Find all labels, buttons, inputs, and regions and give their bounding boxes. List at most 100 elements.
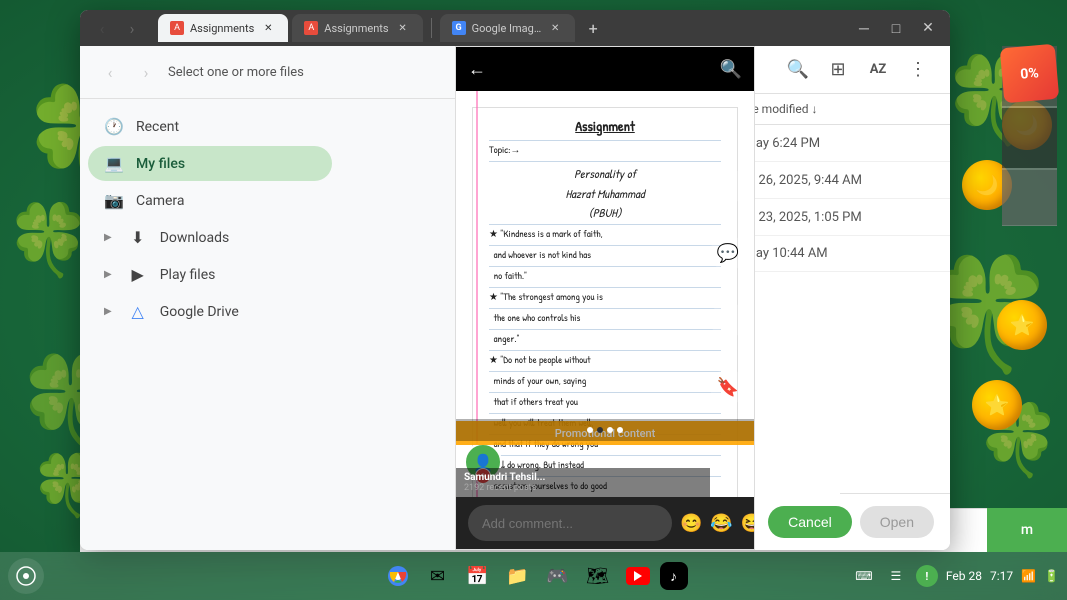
social-search-btn[interactable]: 🔍: [720, 59, 742, 80]
chrome-os-home-icon: [16, 566, 36, 586]
like-count: 34: [722, 206, 734, 219]
comment-count: 5: [725, 273, 731, 286]
browser-titlebar: ‹ › A Assignments ✕ A Assignments ✕ G Go…: [80, 10, 950, 46]
coin-decoration-3: ⭐: [997, 300, 1047, 350]
maps-icon[interactable]: 🗺: [580, 558, 616, 594]
tab-close-3[interactable]: ✕: [547, 20, 563, 36]
new-tab-btn[interactable]: +: [579, 14, 607, 42]
browser-back-btn[interactable]: ‹: [88, 14, 116, 42]
chrome-svg: [386, 564, 410, 588]
tab-close-1[interactable]: ✕: [260, 20, 276, 36]
sidebar-item-downloads[interactable]: ▶ ⬇ Downloads: [88, 220, 332, 255]
recent-icon: 🕐: [104, 117, 124, 136]
fp-forward-btn[interactable]: ›: [132, 58, 160, 86]
cancel-button[interactable]: Cancel: [768, 506, 852, 538]
taskbar-time: 7:17: [990, 569, 1013, 583]
sidebar-label-play-files: Play files: [160, 267, 216, 283]
social-content-area: Assignment Topic:→ Personality ofHazrat …: [456, 91, 754, 497]
quote-3b: minds of your own, saying: [489, 374, 721, 393]
tab-assignments-2[interactable]: A Assignments ✕: [292, 14, 422, 42]
quote-1c: no faith.": [489, 269, 721, 288]
tab-favicon-1: A: [170, 21, 184, 35]
file-picker-title: Select one or more files: [168, 65, 304, 80]
maximize-btn[interactable]: □: [882, 14, 910, 42]
my-files-icon: 💻: [104, 154, 124, 173]
tiktok-icon[interactable]: ♪: [660, 562, 688, 590]
tab-label-2: Assignments: [324, 22, 388, 35]
downloads-icon: ⬇: [128, 228, 148, 247]
col-header-date[interactable]: Date modified ↓: [734, 102, 934, 116]
share-action[interactable]: ↗ 4: [710, 302, 746, 353]
youtube-icon[interactable]: [620, 558, 656, 594]
file-picker-sidebar: 🕐 Recent 💻 My files 📷 Camera ▶ ⬇ Dow: [80, 99, 340, 550]
social-media-overlay: ← 🔍 Assignment Topic:→ Personality ofHaz…: [455, 46, 755, 550]
row-date-4: Today 10:44 AM: [734, 246, 934, 261]
row-date-3: Feb 23, 2025, 1:05 PM: [734, 210, 934, 225]
sidebar-item-play-files[interactable]: ▶ ▶ Play files: [88, 257, 332, 292]
emoji-btn-2[interactable]: 😂: [710, 509, 732, 537]
commenter-posts: 2192 recent posts: [464, 483, 702, 493]
quote-3c: that if others treat you: [489, 395, 721, 414]
notification-badge[interactable]: !: [916, 565, 938, 587]
tab-label-1: Assignments: [190, 22, 254, 35]
downloads-expand-arrow: ▶: [104, 232, 112, 243]
sidebar-label-my-files: My files: [136, 156, 185, 172]
save-action[interactable]: 🔖 4: [710, 369, 746, 420]
tab-assignments-1[interactable]: A Assignments ✕: [158, 14, 288, 42]
more-options-btn[interactable]: ⋮: [902, 54, 934, 86]
green-btn-label: m: [1021, 522, 1033, 538]
emoji-btn-1[interactable]: 😊: [680, 509, 702, 537]
sidebar-item-my-files[interactable]: 💻 My files: [88, 146, 332, 181]
tab-google-images[interactable]: G Google Imag… ✕: [440, 14, 576, 42]
calendar-icon[interactable]: 📅: [460, 558, 496, 594]
quote-2c: anger.": [489, 332, 721, 351]
window-controls: ─ □ ✕: [850, 14, 942, 42]
grid-view-btn[interactable]: ⊞: [822, 54, 854, 86]
gmail-icon[interactable]: ✉: [420, 558, 456, 594]
sidebar-label-camera: Camera: [136, 193, 185, 209]
home-btn[interactable]: [8, 558, 44, 594]
like-action[interactable]: ♥ 34: [710, 168, 746, 219]
comment-input[interactable]: [468, 505, 672, 541]
topic-value: Personality ofHazrat Muhammad(PBUH): [489, 164, 721, 225]
keyboard-icon[interactable]: ⌨: [852, 564, 876, 588]
dot-2: [597, 427, 603, 433]
coin-decoration-4: ⭐: [972, 380, 1022, 430]
green-action-button[interactable]: m: [987, 508, 1067, 552]
sidebar-item-google-drive[interactable]: ▶ △ Google Drive: [88, 294, 332, 329]
search-toolbar-btn[interactable]: 🔍: [782, 54, 814, 86]
share-icon: ↗: [710, 302, 746, 338]
browser-forward-btn[interactable]: ›: [118, 14, 146, 42]
chrome-icon[interactable]: [380, 558, 416, 594]
emoji-btn-3[interactable]: 😆: [741, 509, 755, 537]
sidebar-item-recent[interactable]: 🕐 Recent: [88, 109, 332, 144]
quote-1b: and whoever is not kind has: [489, 248, 721, 267]
menu-icon[interactable]: ☰: [884, 564, 908, 588]
tab-close-2[interactable]: ✕: [395, 20, 411, 36]
comment-action[interactable]: 💬 5: [710, 235, 746, 286]
sort-btn[interactable]: AZ: [862, 54, 894, 86]
social-actions: ♥ 34 💬 5 ↗ 4 🔖 4: [710, 168, 746, 420]
quote-1: ★ "Kindness is a mark of faith,: [489, 227, 721, 246]
sidebar-label-recent: Recent: [136, 119, 179, 135]
close-btn[interactable]: ✕: [914, 14, 942, 42]
sidebar-item-camera[interactable]: 📷 Camera: [88, 183, 332, 218]
google-drive-expand-arrow: ▶: [104, 306, 112, 317]
fp-back-btn[interactable]: ‹: [96, 58, 124, 86]
quote-2b: the one who controls his: [489, 311, 721, 330]
minimize-btn[interactable]: ─: [850, 14, 878, 42]
battery-icon: 🔋: [1044, 569, 1059, 583]
open-button[interactable]: Open: [860, 506, 934, 538]
social-back-btn[interactable]: ←: [468, 59, 486, 80]
taskbar-right: ⌨ ☰ ! Feb 28 7:17 📶 🔋: [852, 564, 1059, 588]
thumb-2: [1002, 108, 1057, 168]
youtube-play-icon: [634, 571, 642, 581]
sidebar-label-google-drive: Google Drive: [160, 304, 239, 320]
commenter-name: Samundri Tehsil...: [464, 472, 702, 483]
file-picker-header: ‹ › Select one or more files: [80, 46, 459, 99]
tab-separator: [431, 18, 432, 38]
sidebar-label-downloads: Downloads: [160, 230, 230, 246]
commenter-info-bar: Samundri Tehsil... 2192 recent posts: [456, 468, 710, 497]
app-icon-1[interactable]: 🎮: [540, 558, 576, 594]
files-icon[interactable]: 📁: [500, 558, 536, 594]
